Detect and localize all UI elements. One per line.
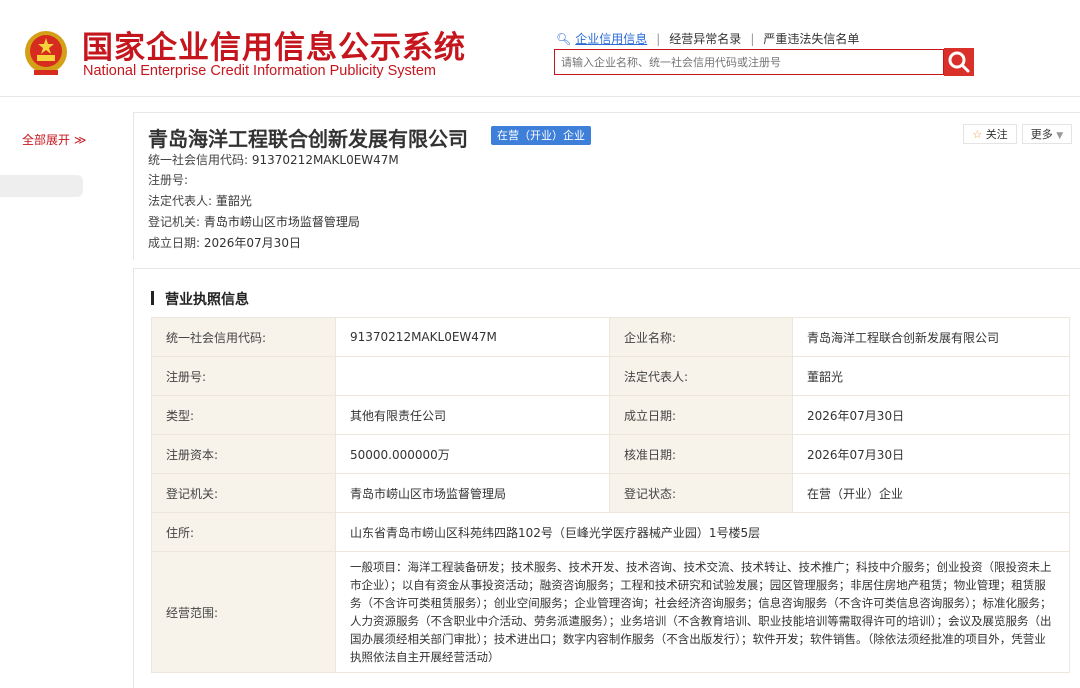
table-row: 注册资本: 50000.000000万 核准日期: 2026年07月30日 [151, 434, 1070, 474]
site-title-cn[interactable]: 国家企业信用信息公示系统 [82, 22, 466, 67]
nav-link-abnormal-list[interactable]: 经营异常名录 [669, 32, 741, 46]
top-nav: 🔍︎ 企业信用信息 | 经营异常名录 | 严重违法失信名单 [556, 32, 860, 46]
search-small-icon: 🔍︎ [556, 32, 572, 46]
search-box [554, 49, 947, 75]
search-input[interactable] [555, 50, 947, 74]
follow-label: 关注 [985, 128, 1008, 141]
expand-all-button[interactable]: 全部展开 ≫ [22, 131, 86, 148]
sidebar-item-active[interactable] [0, 175, 83, 197]
more-button[interactable]: 更多 ▼ [1022, 124, 1072, 144]
section-title: 营业执照信息 [165, 292, 249, 308]
summary-credit-code: 统一社会信用代码: 91370212MAKL0EW47M [148, 153, 399, 167]
section-marker [151, 291, 154, 305]
star-icon: ☆ [972, 128, 983, 141]
nav-link-blacklist[interactable]: 严重违法失信名单 [763, 32, 859, 46]
follow-button[interactable]: ☆ 关注 [963, 124, 1017, 144]
national-emblem-icon [25, 31, 67, 75]
site-title-en: National Enterprise Credit Information P… [83, 63, 436, 79]
nav-link-credit-info[interactable]: 企业信用信息 [575, 32, 647, 46]
table-row: 统一社会信用代码: 91370212MAKL0EW47M 企业名称: 青岛海洋工… [151, 317, 1070, 357]
company-name: 青岛海洋工程联合创新发展有限公司 [148, 127, 468, 151]
summary-reg-no: 注册号: [148, 173, 189, 187]
address-row: 住所: 山东省青岛市崂山区科苑纬四路102号（巨峰光学医疗器械产业园）1号楼5层 [151, 512, 1070, 552]
table-row: 登记机关: 青岛市崂山区市场监督管理局 登记状态: 在营（开业）企业 [151, 473, 1070, 513]
search-icon [948, 51, 970, 73]
search-button[interactable] [944, 48, 974, 76]
status-badge: 在营（开业）企业 [491, 126, 591, 145]
business-scope-row: 经营范围: 一般项目：海洋工程装备研发；技术服务、技术开发、技术咨询、技术交流、… [151, 551, 1070, 673]
summary-legal-rep: 法定代表人: 董韶光 [148, 194, 252, 208]
summary-reg-authority: 登记机关: 青岛市崂山区市场监督管理局 [148, 215, 360, 229]
license-table: 统一社会信用代码: 91370212MAKL0EW47M 企业名称: 青岛海洋工… [151, 317, 1070, 673]
table-row: 类型: 其他有限责任公司 成立日期: 2026年07月30日 [151, 395, 1070, 435]
table-row: 注册号: 法定代表人: 董韶光 [151, 356, 1070, 396]
summary-established: 成立日期: 2026年07月30日 [148, 236, 301, 250]
caret-down-icon: ▼ [1056, 131, 1064, 141]
site-header: 国家企业信用信息公示系统 National Enterprise Credit … [0, 0, 1080, 97]
more-label: 更多 [1030, 128, 1053, 141]
